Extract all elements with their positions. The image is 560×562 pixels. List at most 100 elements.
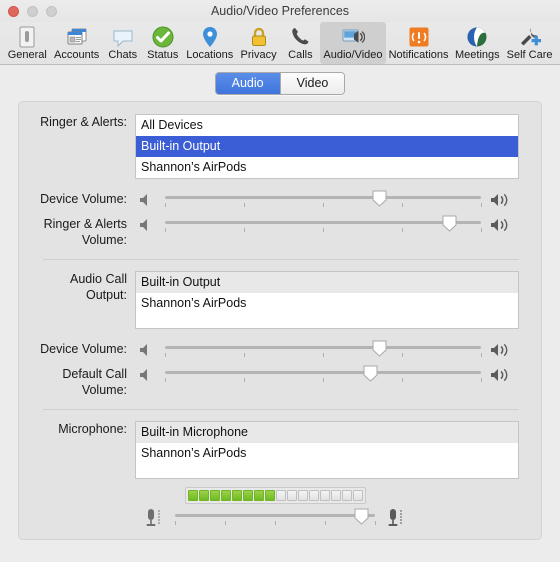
audio-video-tabstrip: Audio Video: [0, 65, 560, 101]
level-meter-segment: [264, 490, 275, 501]
speaker-quiet-icon: [135, 217, 157, 233]
toolbar-item-audio-video[interactable]: Audio/Video: [320, 22, 386, 64]
slider-tick: [244, 352, 245, 357]
list-item[interactable]: Shannon’s AirPods: [136, 157, 518, 178]
toolbar-item-calls[interactable]: Calls: [280, 22, 320, 64]
toolbar-item-notifications[interactable]: Notifications: [386, 22, 452, 64]
microphone-input-slider[interactable]: [175, 507, 376, 529]
meetings-icon: [464, 24, 490, 50]
toolbar-label-general: General: [7, 49, 47, 61]
list-item[interactable]: Built-in Microphone: [136, 422, 518, 443]
list-item[interactable]: Built-in Output: [136, 272, 518, 293]
ringer-alerts-volume-row: Ringer & Alerts Volume:: [31, 212, 519, 248]
section-divider: [43, 259, 519, 260]
list-item[interactable]: Built-in Output: [136, 136, 518, 157]
preferences-window: Audio/Video Preferences General Accounts…: [0, 0, 560, 550]
slider-thumb[interactable]: [372, 340, 387, 357]
segmented-control: Audio Video: [214, 71, 346, 95]
toolbar-item-chats[interactable]: Chats: [103, 22, 143, 64]
default-call-volume-slider[interactable]: [165, 364, 482, 386]
slider-tick: [481, 352, 482, 357]
speaker-loud-icon: [489, 217, 519, 233]
level-meter-segment: [220, 490, 231, 501]
locations-icon: [197, 24, 223, 50]
toolbar-item-accounts[interactable]: Accounts: [51, 22, 103, 64]
self-care-icon: [517, 24, 543, 50]
toolbar-label-self-care: Self Care: [506, 49, 553, 61]
ringer-alerts-volume-slider[interactable]: [165, 214, 482, 236]
slider-tick: [323, 202, 324, 207]
toolbar-label-accounts: Accounts: [54, 49, 100, 61]
audio-call-output-listbox[interactable]: Built-in Output Shannon’s AirPods: [135, 271, 519, 329]
toolbar-item-privacy[interactable]: Privacy: [237, 22, 281, 64]
default-call-volume-row: Default Call Volume:: [31, 362, 519, 398]
slider-tick: [275, 521, 276, 525]
slider-tick: [402, 352, 403, 357]
level-meter-segment: [187, 490, 198, 501]
tab-audio[interactable]: Audio: [215, 72, 281, 94]
microphone-label: Microphone:: [58, 422, 127, 436]
call-device-volume-slider[interactable]: [165, 339, 482, 361]
slider-tick: [244, 377, 245, 382]
accounts-icon: [64, 24, 90, 50]
slider-tick: [165, 352, 166, 357]
slider-tick: [481, 377, 482, 382]
toolbar-item-status[interactable]: Status: [143, 22, 183, 64]
slider-thumb[interactable]: [363, 365, 378, 382]
toolbar-label-status: Status: [147, 49, 179, 61]
slider-tick: [481, 227, 482, 232]
microphone-row: Microphone: Built-in Microphone Shannon’…: [31, 421, 519, 479]
ringer-alerts-listbox[interactable]: All Devices Built-in Output Shannon’s Ai…: [135, 114, 519, 179]
speaker-loud-icon: [489, 192, 519, 208]
level-meter-segment: [231, 490, 242, 501]
privacy-lock-icon: [246, 24, 272, 50]
toolbar-item-general[interactable]: General: [4, 22, 51, 64]
microphone-input-volume-row: [31, 507, 519, 529]
general-icon: [14, 24, 40, 50]
slider-ticks: [165, 227, 482, 234]
status-icon: [150, 24, 176, 50]
toolbar-label-calls: Calls: [288, 49, 313, 61]
slider-track: [175, 514, 375, 517]
listbox-empty-space: [136, 314, 518, 328]
slider-thumb[interactable]: [372, 190, 387, 207]
microphone-quiet-icon: [141, 507, 167, 529]
toolbar-label-locations: Locations: [186, 49, 234, 61]
slider-thumb[interactable]: [442, 215, 457, 232]
toolbar-label-audio-video: Audio/Video: [323, 49, 383, 61]
audio-call-output-label: Audio Call Output:: [70, 272, 127, 302]
tab-video[interactable]: Video: [280, 72, 345, 94]
level-meter-segment: [297, 490, 308, 501]
ringer-alerts-row: Ringer & Alerts: All Devices Built-in Ou…: [31, 114, 519, 179]
level-meter-segment: [286, 490, 297, 501]
slider-ticks: [165, 377, 482, 384]
slider-track: [165, 345, 481, 349]
ringer-alerts-label: Ringer & Alerts:: [40, 115, 127, 129]
ringer-device-volume-slider[interactable]: [165, 189, 482, 211]
list-item[interactable]: All Devices: [136, 115, 518, 136]
calls-phone-icon: [287, 24, 313, 50]
default-call-volume-control: [135, 362, 519, 387]
call-device-volume-control: [135, 337, 519, 362]
slider-thumb[interactable]: [354, 508, 369, 525]
list-item[interactable]: Shannon’s AirPods: [136, 293, 518, 314]
slider-ticks: [165, 202, 482, 209]
listbox-empty-space: [136, 464, 518, 478]
default-call-volume-label: Default Call Volume:: [62, 367, 127, 397]
slider-track: [165, 220, 481, 224]
level-meter-segment: [308, 490, 319, 501]
level-meter-segment: [330, 490, 341, 501]
microphone-listbox[interactable]: Built-in Microphone Shannon’s AirPods: [135, 421, 519, 479]
toolbar-item-meetings[interactable]: Meetings: [452, 22, 504, 64]
window-title: Audio/Video Preferences: [210, 4, 350, 18]
toolbar-item-self-care[interactable]: Self Care: [503, 22, 556, 64]
preferences-content: Ringer & Alerts: All Devices Built-in Ou…: [0, 101, 560, 562]
slider-tick: [402, 377, 403, 382]
ringer-alerts-volume-label: Ringer & Alerts Volume:: [43, 217, 127, 247]
toolbar-item-locations[interactable]: Locations: [183, 22, 237, 64]
speaker-loud-icon: [489, 367, 519, 383]
slider-ticks: [165, 352, 482, 359]
list-item[interactable]: Shannon’s AirPods: [136, 443, 518, 464]
audio-settings-panel: Ringer & Alerts: All Devices Built-in Ou…: [18, 101, 542, 540]
speaker-loud-icon: [489, 342, 519, 358]
